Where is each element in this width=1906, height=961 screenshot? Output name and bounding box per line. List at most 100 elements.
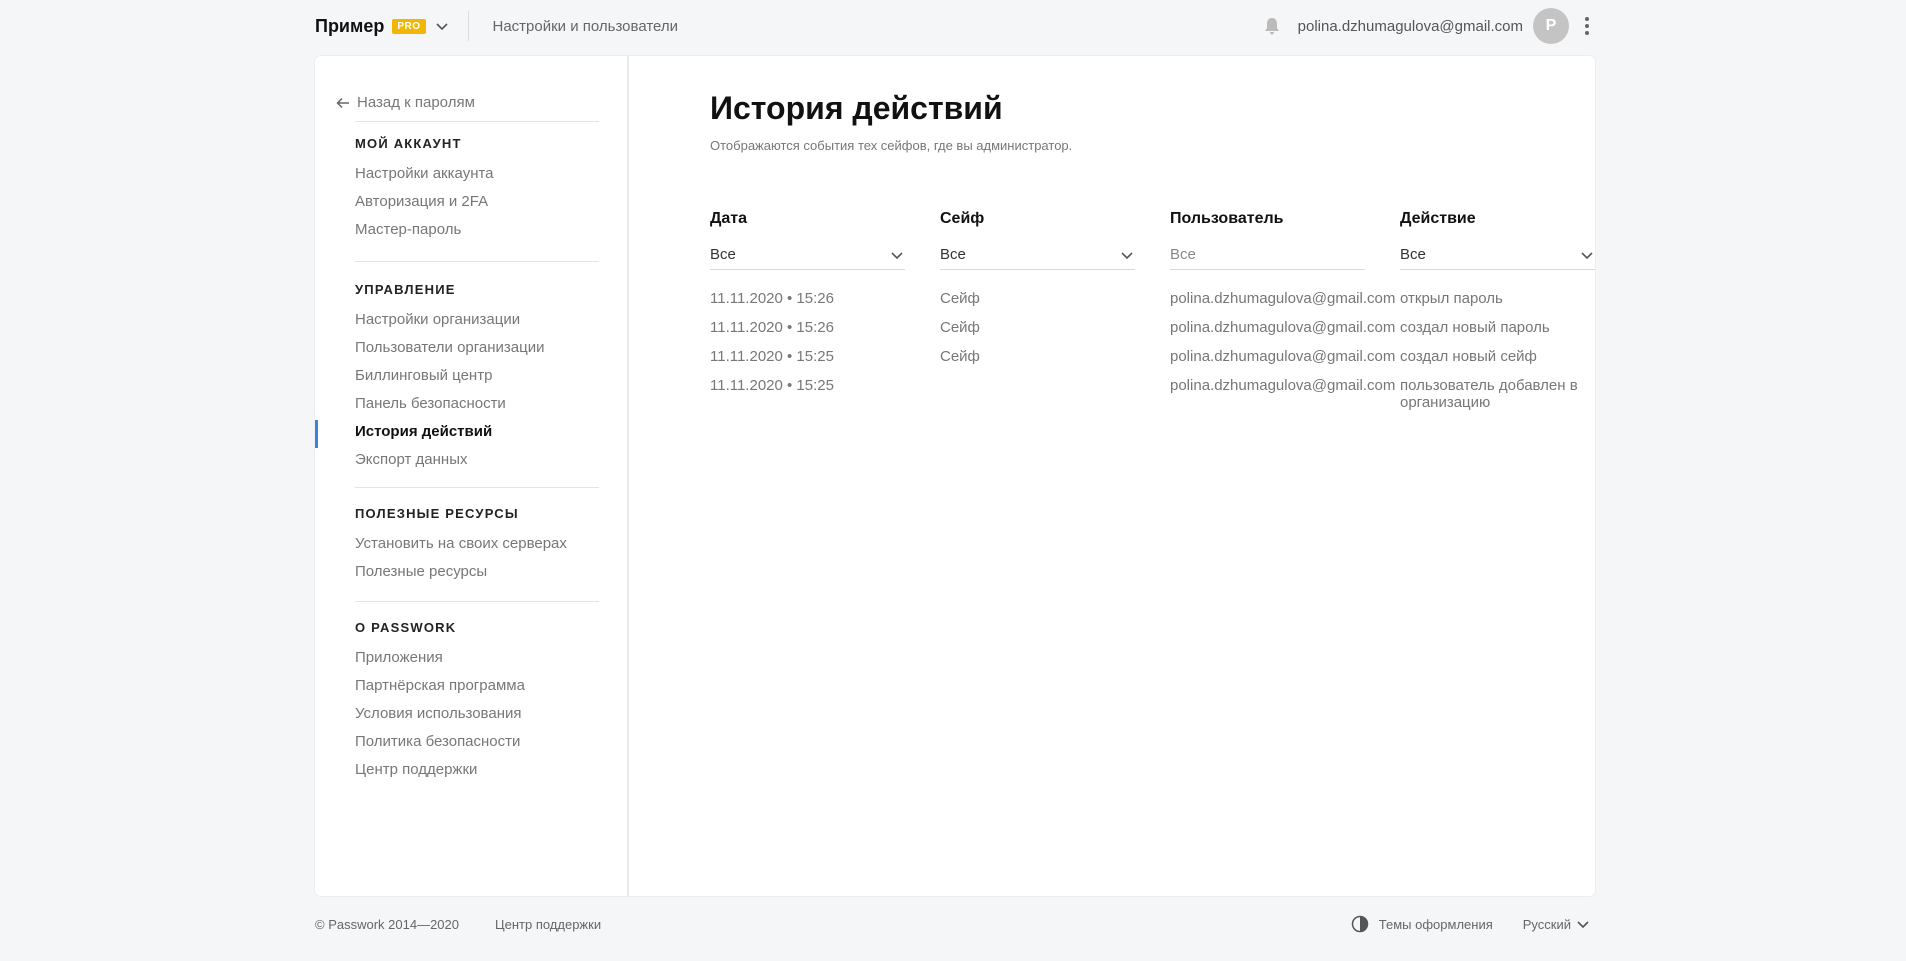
footer-right: Темы оформления Русский bbox=[1351, 915, 1591, 933]
org-switcher[interactable]: Пример PRO bbox=[315, 16, 450, 37]
chevron-down-icon bbox=[435, 23, 448, 31]
user-email[interactable]: polina.dzhumagulova@gmail.com bbox=[1298, 18, 1523, 35]
table-row: 11.11.2020 • 15:25 polina.dzhumagulova@g… bbox=[710, 377, 1590, 411]
sidebar-item-data-export[interactable]: Экспорт данных bbox=[355, 446, 599, 474]
table-row: 11.11.2020 • 15:25 Сейф polina.dzhumagul… bbox=[710, 348, 1590, 365]
sidebar-item-org-users[interactable]: Пользователи организации bbox=[355, 334, 599, 362]
settings-link[interactable]: Настройки и пользователи bbox=[493, 18, 679, 35]
filter-label: Пользователь bbox=[1170, 210, 1284, 227]
row-safe: Сейф bbox=[940, 290, 980, 307]
page-title: История действий bbox=[710, 90, 1003, 126]
filter-date: Дата Все bbox=[710, 210, 905, 270]
language-label: Русский bbox=[1522, 916, 1571, 932]
row-date: 11.11.2020 • 15:25 bbox=[710, 377, 834, 394]
sidebar-item-master-password[interactable]: Мастер-пароль bbox=[355, 216, 599, 244]
chevron-down-icon bbox=[1581, 251, 1593, 259]
filter-label: Сейф bbox=[940, 210, 985, 227]
row-action: создал новый пароль bbox=[1400, 319, 1550, 336]
filters: Дата Все Сейф Все Пользователь Все Дейст… bbox=[710, 210, 1595, 270]
back-label: Назад к паролям bbox=[357, 94, 475, 111]
section-heading: ПОЛЕЗНЫЕ РЕСУРСЫ bbox=[355, 506, 519, 521]
row-user: polina.dzhumagulova@gmail.com bbox=[1170, 319, 1396, 336]
row-date: 11.11.2020 • 15:26 bbox=[710, 290, 834, 307]
filter-label: Дата bbox=[710, 210, 748, 227]
more-vertical-icon[interactable] bbox=[1583, 16, 1591, 36]
section-my-account: МОЙ АККАУНТ Настройки аккаунта Авторизац… bbox=[355, 121, 599, 244]
avatar[interactable]: P bbox=[1533, 8, 1569, 44]
divider bbox=[355, 601, 599, 602]
divider bbox=[355, 121, 599, 122]
select-value: Все bbox=[940, 246, 966, 263]
sidebar-item-org-settings[interactable]: Настройки организации bbox=[355, 306, 599, 334]
row-user: polina.dzhumagulova@gmail.com bbox=[1170, 348, 1396, 365]
select-value: Все bbox=[710, 246, 736, 263]
row-user: polina.dzhumagulova@gmail.com bbox=[1170, 377, 1396, 394]
row-safe: Сейф bbox=[940, 348, 980, 365]
section-resources: ПОЛЕЗНЫЕ РЕСУРСЫ Установить на своих сер… bbox=[355, 487, 599, 586]
arrow-left-icon bbox=[336, 97, 349, 108]
action-select[interactable]: Все bbox=[1400, 240, 1595, 270]
active-indicator bbox=[315, 420, 318, 448]
row-date: 11.11.2020 • 15:25 bbox=[710, 348, 834, 365]
user-filter-input[interactable] bbox=[1170, 246, 1365, 263]
top-bar: Пример PRO Настройки и пользователи poli… bbox=[315, 0, 1591, 52]
table-row: 11.11.2020 • 15:26 Сейф polina.dzhumagul… bbox=[710, 290, 1590, 307]
sidebar-item-useful-resources[interactable]: Полезные ресурсы bbox=[355, 558, 599, 586]
copyright: © Passwork 2014—2020 bbox=[315, 916, 459, 932]
row-action: пользователь добавлен в организацию bbox=[1400, 377, 1578, 411]
divider bbox=[355, 261, 599, 262]
contrast-icon bbox=[1351, 915, 1369, 933]
sidebar-item-partners[interactable]: Партнёрская программа bbox=[355, 672, 599, 700]
sidebar-item-auth-2fa[interactable]: Авторизация и 2FA bbox=[355, 188, 599, 216]
row-safe bbox=[940, 377, 1170, 411]
safe-select[interactable]: Все bbox=[940, 240, 1135, 270]
section-heading: О PASSWORK bbox=[355, 620, 457, 635]
pro-badge: PRO bbox=[392, 18, 426, 34]
sidebar-item-apps[interactable]: Приложения bbox=[355, 644, 599, 672]
filter-label: Действие bbox=[1400, 210, 1476, 227]
chevron-down-icon bbox=[891, 251, 903, 259]
org-name: Пример bbox=[315, 15, 385, 36]
filter-safe: Сейф Все bbox=[940, 210, 1135, 270]
sidebar-item-account-settings[interactable]: Настройки аккаунта bbox=[355, 160, 599, 188]
section-management: УПРАВЛЕНИЕ Настройки организации Пользов… bbox=[355, 261, 599, 474]
section-heading: УПРАВЛЕНИЕ bbox=[355, 282, 456, 297]
bell-icon[interactable] bbox=[1262, 16, 1282, 36]
filter-user: Пользователь bbox=[1170, 210, 1365, 270]
section-about: О PASSWORK Приложения Партнёрская програ… bbox=[355, 601, 599, 784]
footer: © Passwork 2014—2020 Центр поддержки Тем… bbox=[315, 912, 1591, 936]
row-date: 11.11.2020 • 15:26 bbox=[710, 319, 834, 336]
sidebar-item-billing[interactable]: Биллинговый центр bbox=[355, 362, 599, 390]
sidebar-item-support[interactable]: Центр поддержки bbox=[355, 756, 599, 784]
sidebar: Назад к паролям МОЙ АККАУНТ Настройки ак… bbox=[315, 56, 629, 896]
sidebar-item-security-policy[interactable]: Политика безопасности bbox=[355, 728, 599, 756]
filter-action: Действие Все bbox=[1400, 210, 1595, 270]
row-action: открыл пароль bbox=[1400, 290, 1503, 307]
back-to-passwords-link[interactable]: Назад к паролям bbox=[335, 94, 475, 111]
footer-support-link[interactable]: Центр поддержки bbox=[495, 917, 601, 932]
settings-card: Назад к паролям МОЙ АККАУНТ Настройки ак… bbox=[315, 56, 1595, 896]
table-row: 11.11.2020 • 15:26 Сейф polina.dzhumagul… bbox=[710, 319, 1590, 336]
chevron-down-icon bbox=[1577, 921, 1589, 929]
language-select[interactable]: Русский bbox=[1523, 916, 1591, 932]
themes-label: Темы оформления bbox=[1378, 916, 1493, 932]
chevron-down-icon bbox=[1121, 251, 1133, 259]
divider bbox=[355, 487, 599, 488]
date-select[interactable]: Все bbox=[710, 240, 905, 270]
themes-button[interactable]: Темы оформления bbox=[1351, 915, 1493, 933]
row-safe: Сейф bbox=[940, 319, 980, 336]
sidebar-item-security-dashboard[interactable]: Панель безопасности bbox=[355, 390, 599, 418]
select-value: Все bbox=[1400, 246, 1426, 263]
sidebar-item-activity-history[interactable]: История действий bbox=[355, 418, 599, 446]
sidebar-item-terms[interactable]: Условия использования bbox=[355, 700, 599, 728]
history-list: 11.11.2020 • 15:26 Сейф polina.dzhumagul… bbox=[710, 290, 1590, 423]
sidebar-item-self-host[interactable]: Установить на своих серверах bbox=[355, 530, 599, 558]
divider bbox=[467, 11, 469, 41]
user-area: polina.dzhumagulova@gmail.com P bbox=[1262, 8, 1591, 44]
user-filter-box bbox=[1170, 240, 1365, 270]
page-subtitle: Отображаются события тех сейфов, где вы … bbox=[710, 138, 1073, 153]
row-user: polina.dzhumagulova@gmail.com bbox=[1170, 290, 1396, 307]
section-heading: МОЙ АККАУНТ bbox=[355, 136, 462, 151]
main-content: История действий Отображаются события те… bbox=[670, 56, 1595, 896]
row-action: создал новый сейф bbox=[1400, 348, 1537, 365]
